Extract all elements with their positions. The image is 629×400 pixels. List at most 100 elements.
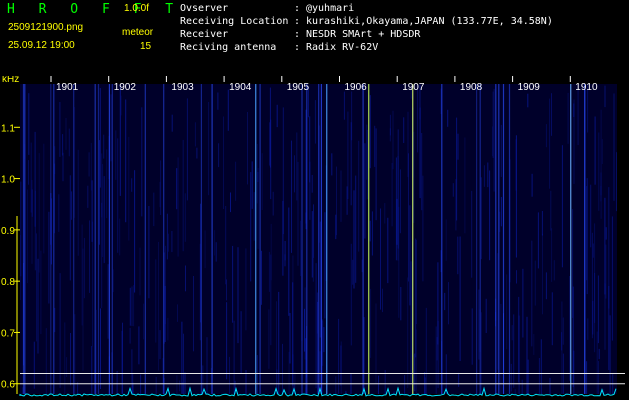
meteor-echo-line [259,84,261,394]
noise-streak [272,191,274,216]
noise-streak [483,165,485,187]
noise-streak [452,183,454,197]
noise-streak [208,102,210,196]
noise-streak [510,363,512,392]
noise-streak [131,286,133,326]
noise-streak [445,219,447,261]
noise-streak [171,231,173,253]
noise-streak [117,138,119,253]
y-axis-label: kHz [2,76,19,85]
noise-streak [247,112,248,185]
noise-streak [400,287,402,321]
noise-streak [311,175,313,193]
noise-streak [526,316,528,394]
info-row-observer: Ovserver: @yuhmari [180,3,355,14]
noise-streak [340,345,342,386]
noise-streak [282,107,284,235]
noise-streak [88,152,90,177]
meteor-echo-line [144,84,146,394]
noise-streak [437,262,439,345]
noise-streak [223,116,224,209]
noise-streak [513,314,515,388]
noise-streak [391,162,393,227]
noise-streak [561,301,563,394]
noise-streak [204,230,206,269]
noise-streak [34,190,36,271]
noise-streak [176,168,178,210]
noise-streak [155,259,157,343]
noise-streak [511,325,513,341]
noise-streak [294,155,295,193]
meteor-echo-line [200,84,202,394]
noise-streak [36,233,37,342]
noise-streak [598,361,599,394]
meteor-echo-line [163,84,165,394]
noise-streak [282,343,283,394]
noise-streak [261,250,262,305]
noise-streak [116,370,118,394]
noise-streak [74,314,76,394]
noise-streak [371,211,373,256]
noise-streak [369,95,371,169]
y-tick-label: 0.7 [1,328,15,339]
noise-streak [550,190,552,231]
noise-streak [604,283,606,350]
noise-streak [289,313,291,364]
noise-streak [217,92,219,110]
noise-streak [336,166,337,236]
noise-streak [500,124,502,177]
noise-streak [421,133,423,211]
noise-streak [106,149,108,219]
noise-streak [119,218,121,256]
noise-streak [413,131,415,223]
x-tick-label: 1909 [518,82,541,93]
noise-streak [500,197,502,227]
noise-streak [331,153,333,176]
noise-streak [518,296,520,383]
noise-streak [545,272,547,300]
noise-streak [143,303,144,340]
noise-streak [417,84,419,153]
noise-streak [37,258,39,354]
meteor-echo-line [94,84,96,394]
noise-streak [230,192,231,213]
waterfall-chart: kHz 0.6 0.7 0.8 0.9 1.0 1.1 1901 1902 1903 1904 190… [0,76,629,400]
noise-streak [522,268,524,338]
noise-streak [103,134,105,159]
noise-streak [487,162,489,188]
noise-streak [177,304,178,322]
noise-streak [600,109,602,219]
noise-streak [355,175,357,283]
x-tick-label: 1907 [402,82,425,93]
noise-streak [31,189,33,217]
noise-streak [397,156,399,261]
noise-streak [168,233,169,252]
noise-streak [314,100,316,144]
noise-streak [492,91,494,158]
bright-echo-line [570,84,572,394]
noise-streak [288,351,290,394]
x-tick-label: 1902 [114,82,137,93]
noise-streak [338,318,340,394]
noise-streak [459,236,461,361]
noise-streak [335,376,337,394]
noise-streak [89,220,90,293]
noise-streak [458,372,460,387]
noise-streak [291,140,292,253]
noise-streak [65,118,67,150]
noise-streak [179,380,181,392]
noise-streak [592,243,594,258]
noise-streak [549,377,551,394]
noise-streak [194,122,196,147]
meteor-echo-line [479,84,481,394]
noise-streak [404,375,406,394]
noise-streak [340,170,342,222]
noise-streak [424,377,426,394]
noise-streak [185,265,186,292]
noise-streak [343,91,345,120]
y-tick-label: 1.1 [1,123,15,134]
noise-streak [103,176,105,264]
noise-streak [350,243,352,346]
bright-echo-line [326,84,328,394]
meteor-echo-line [108,84,110,394]
